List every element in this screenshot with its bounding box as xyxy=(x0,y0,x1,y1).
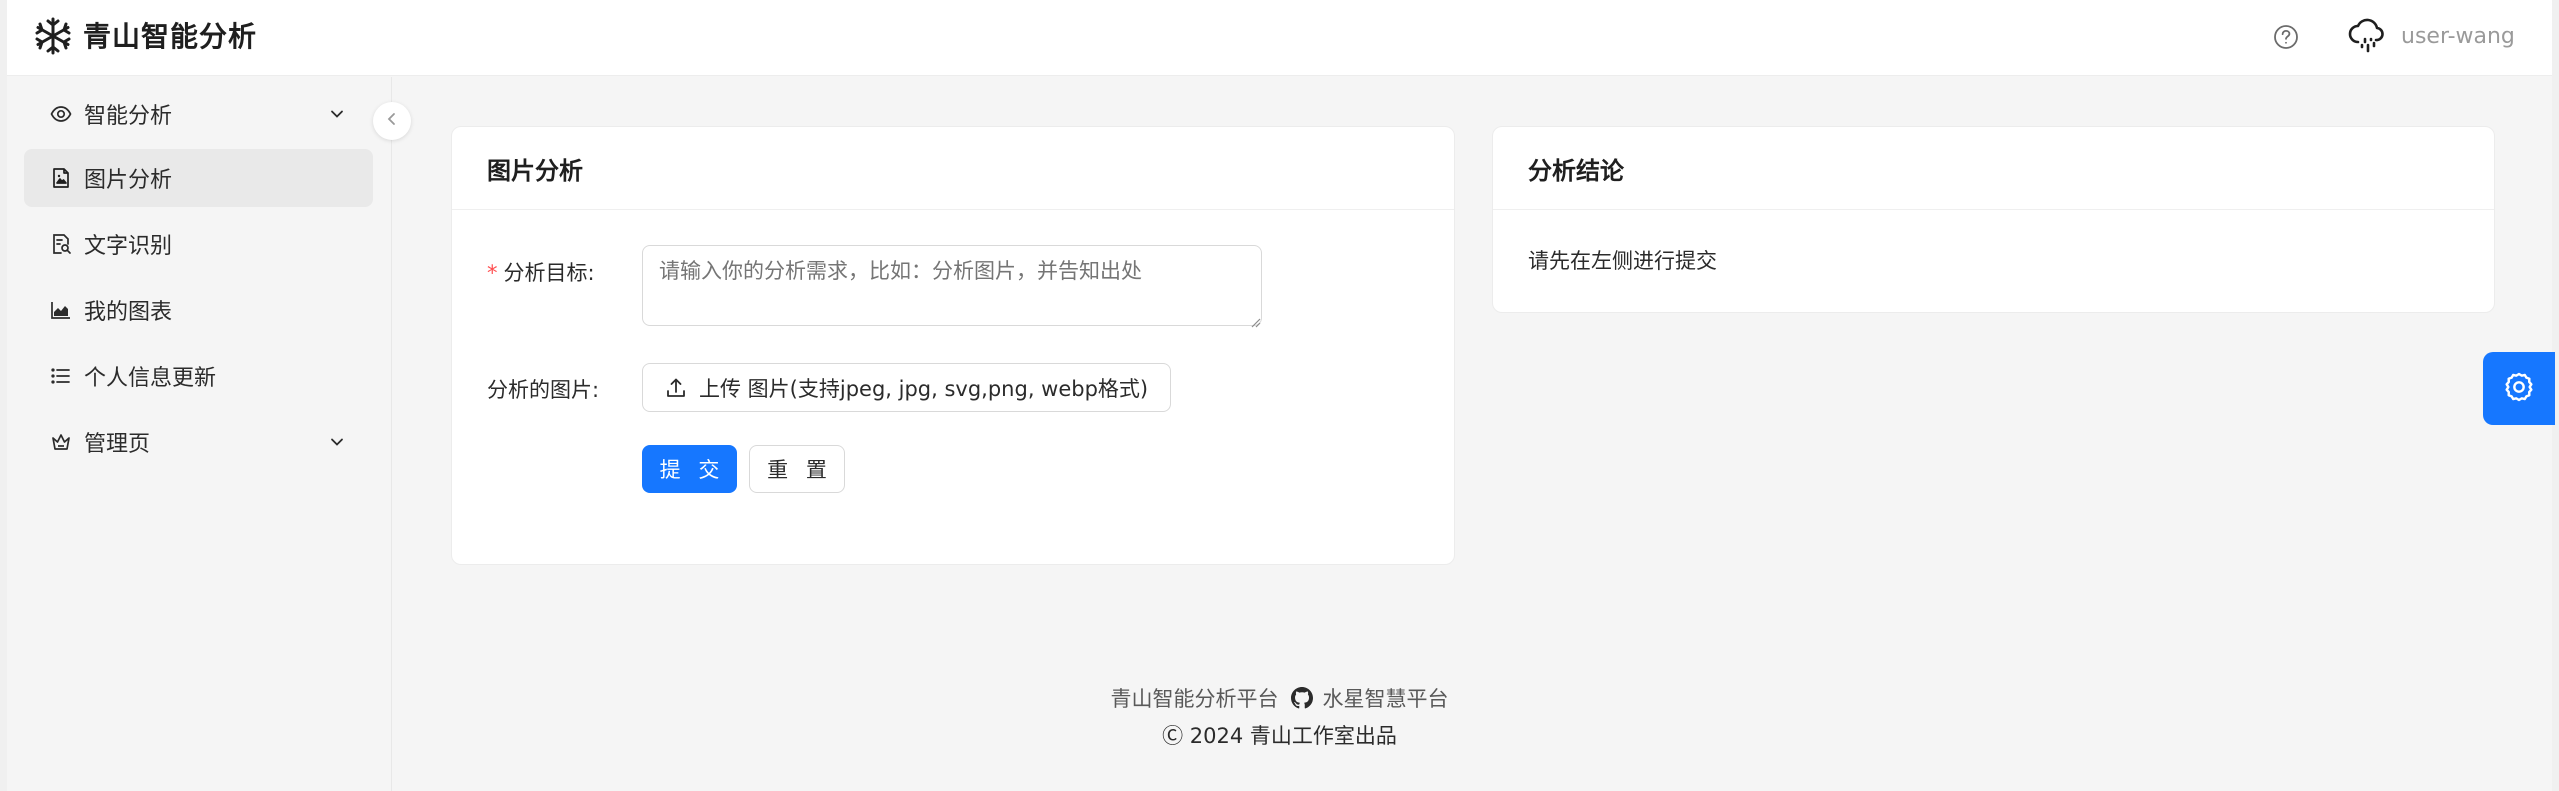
card-title: 分析结论 xyxy=(1528,156,1624,185)
chevron-left-icon xyxy=(384,111,400,131)
card-title: 图片分析 xyxy=(487,156,583,185)
sidebar-item-smart-analysis[interactable]: 智能分析 xyxy=(24,85,373,143)
sidebar-item-text-recognition[interactable]: 文字识别 xyxy=(24,215,373,273)
footer-platform-link[interactable]: 青山智能分析平台 xyxy=(1111,683,1279,713)
upload-icon xyxy=(665,377,687,399)
window-left-edge xyxy=(0,0,7,791)
analysis-result-card: 分析结论 请先在左侧进行提交 xyxy=(1492,126,2495,313)
list-icon xyxy=(50,365,72,387)
file-search-icon xyxy=(50,233,72,255)
footer-copyright: Ⓒ 2024 青山工作室出品 xyxy=(1162,724,1397,748)
username: user-wang xyxy=(2401,23,2515,49)
sidebar-item-image-analysis[interactable]: 图片分析 xyxy=(24,149,373,207)
result-message: 请先在左侧进行提交 xyxy=(1528,249,1717,273)
crown-icon xyxy=(50,431,72,453)
reset-button[interactable]: 重 置 xyxy=(749,445,845,493)
question-circle-icon[interactable] xyxy=(2269,20,2303,54)
sidebar-collapse-button[interactable] xyxy=(373,102,411,140)
app-title: 青山智能分析 xyxy=(83,20,258,53)
settings-button[interactable] xyxy=(2483,352,2555,425)
area-chart-icon xyxy=(50,299,72,321)
gear-icon xyxy=(2502,370,2536,408)
sidebar-item-profile-update[interactable]: 个人信息更新 xyxy=(24,347,373,405)
analysis-target-input[interactable] xyxy=(642,245,1262,326)
card-header: 分析结论 xyxy=(1493,127,2494,210)
required-marker: * xyxy=(487,261,498,285)
file-image-icon xyxy=(50,167,72,189)
upload-image-button[interactable]: 上传 图片(支持jpeg, jpg, svg,png, webp格式) xyxy=(642,363,1172,412)
snowflake-icon xyxy=(33,16,73,56)
sidebar-item-label: 管理页 xyxy=(84,432,151,457)
card-header: 图片分析 xyxy=(452,127,1454,210)
resize-grip-icon[interactable] xyxy=(1249,313,1261,328)
sidebar-item-label: 文字识别 xyxy=(84,234,173,259)
top-header: 青山智能分析 user-wang xyxy=(7,0,2552,76)
sidebar-item-label: 我的图表 xyxy=(84,300,173,325)
image-analysis-card: 图片分析 *分析目标: 分析的图片: 上传 图片(支持jpeg, jpg, sv… xyxy=(451,126,1455,565)
chevron-down-icon xyxy=(327,432,347,452)
eye-icon xyxy=(50,103,72,125)
target-label: * 分析目标: xyxy=(487,261,595,285)
upload-label: 上传 图片(支持jpeg, jpg, svg,png, webp格式) xyxy=(699,376,1149,401)
image-label: 分析的图片: xyxy=(487,378,600,402)
footer-links: 青山智能分析平台 水星智慧平台 xyxy=(0,683,2559,713)
user-menu[interactable]: user-wang xyxy=(2345,14,2515,58)
sidebar-item-label: 图片分析 xyxy=(84,168,173,193)
sidebar-item-label: 个人信息更新 xyxy=(84,366,217,391)
submit-button[interactable]: 提 交 xyxy=(642,445,737,493)
sidebar-item-admin[interactable]: 管理页 xyxy=(24,413,373,471)
sidebar-item-label: 智能分析 xyxy=(84,104,173,129)
sidebar-item-my-charts[interactable]: 我的图表 xyxy=(24,281,373,339)
chevron-down-icon xyxy=(327,104,347,124)
cloud-rain-icon xyxy=(2345,14,2389,58)
footer-partner-link[interactable]: 水星智慧平台 xyxy=(1323,683,1449,713)
github-icon[interactable] xyxy=(1290,687,1313,709)
